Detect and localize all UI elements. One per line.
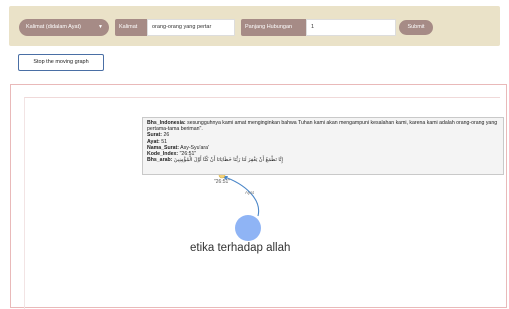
tooltip-value: 51 [161, 138, 168, 145]
main-node-label: etika terhadap allah [190, 242, 291, 254]
tooltip-indonesia: Bhs_Indonesia: sesungguhnya kami amat me… [147, 120, 499, 132]
small-node-caption: "26:51" [214, 179, 231, 185]
tooltip-value: Asy-Syu'ara' [180, 144, 209, 151]
tooltip-key: Ayat: [147, 138, 160, 145]
main-node [235, 215, 261, 241]
tooltip-key: Bhs_arab: [147, 157, 173, 164]
tooltip-key: Surat: [147, 132, 162, 139]
edge-caption: Ayat [245, 190, 254, 195]
tooltip-value: sesungguhnya kami amat menginginkan bahw… [147, 120, 498, 133]
tooltip-value: إِنَّا نَطْمَعُ أَنْ يَغْفِرَ لَنَا رَبُ… [173, 157, 283, 164]
tooltip-key: Bhs_Indonesia: [147, 120, 186, 126]
tooltip-key: Nama_Surat: [147, 144, 180, 151]
tooltip-arab: Bhs_arab: إِنَّا نَطْمَعُ أَنْ يَغْفِرَ … [147, 157, 499, 163]
tooltip-value: 26 [163, 132, 170, 139]
node-tooltip: Bhs_Indonesia: sesungguhnya kami amat me… [142, 117, 504, 175]
